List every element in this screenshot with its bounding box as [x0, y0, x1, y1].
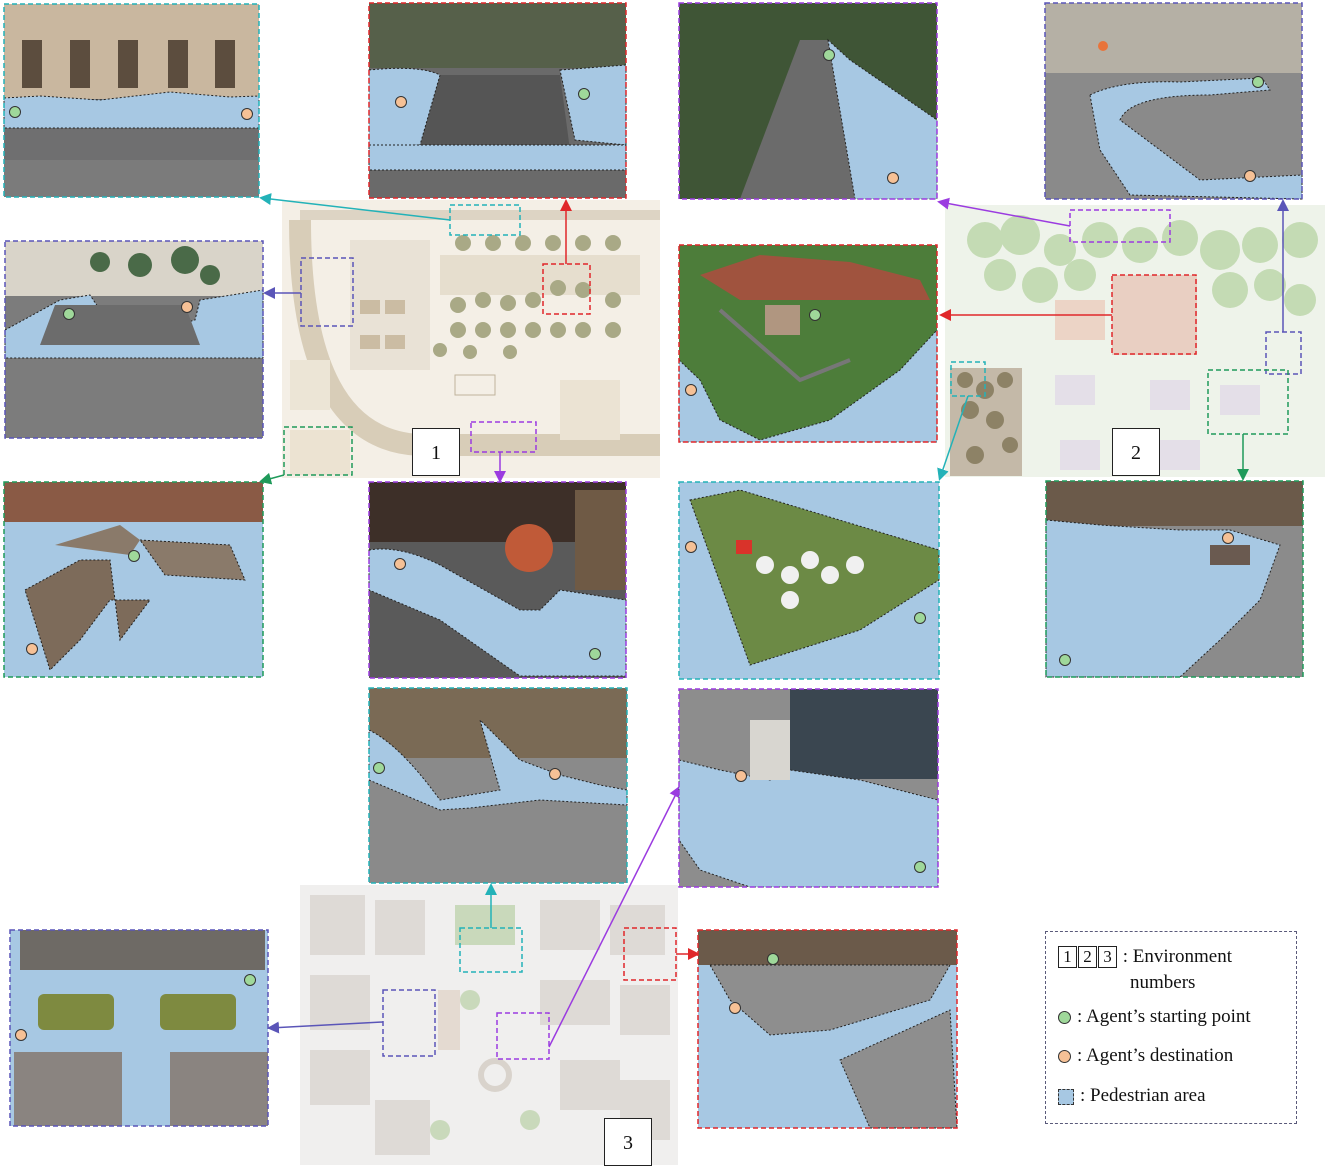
legend-env-label: : Environment: [1122, 946, 1232, 967]
legend: 123 : Environment numbers : Agent’s star…: [1045, 931, 1297, 1124]
legend-pedestrian-row: : Pedestrian area: [1058, 1085, 1206, 1107]
env1-aerial-map: [282, 200, 660, 478]
legend-env-label-2: numbers: [1130, 972, 1196, 993]
scene-e2-parking-garage: [1045, 480, 1304, 678]
scene-e2-forest-road: [678, 2, 938, 200]
scene-e1-times-square-station: [368, 481, 627, 679]
scene-e3-glass-building: [678, 688, 939, 888]
scene-e2-farmhouse: [678, 244, 938, 443]
scene-e2-cafe-garden: [678, 481, 940, 680]
scene-e1-rooftops: [3, 481, 264, 678]
scene-e3-open-lot: [697, 929, 958, 1129]
legend-start-label: : Agent’s starting point: [1077, 1006, 1251, 1027]
env-number-2: 2: [1112, 428, 1160, 476]
scene-e2-fenced-sidewalk: [1044, 2, 1303, 200]
scene-e1-plaza-facade: [3, 3, 260, 198]
legend-env-num-1: 1: [1058, 946, 1077, 968]
legend-start-row: : Agent’s starting point: [1058, 1006, 1251, 1028]
scene-e1-parking-lot: [368, 2, 627, 199]
legend-env-row: 123 : Environment: [1058, 946, 1232, 968]
legend-destination-row: : Agent’s destination: [1058, 1045, 1233, 1067]
env-number-3: 3: [604, 1118, 652, 1166]
scene-e3-courtyard: [9, 929, 269, 1127]
start-point-icon: [1058, 1011, 1071, 1025]
legend-env-num-3: 3: [1098, 946, 1117, 968]
legend-env-num-2: 2: [1078, 946, 1097, 968]
legend-pedestrian-label: : Pedestrian area: [1080, 1085, 1206, 1106]
arrow-e1-green: [259, 472, 285, 485]
legend-destination-label: : Agent’s destination: [1077, 1045, 1234, 1066]
scene-e3-street-corner: [368, 687, 628, 884]
destination-point-icon: [1058, 1050, 1071, 1064]
scene-e1-palm-street: [4, 240, 264, 439]
env-number-1: 1: [412, 428, 460, 476]
pedestrian-area-icon: [1058, 1088, 1074, 1105]
